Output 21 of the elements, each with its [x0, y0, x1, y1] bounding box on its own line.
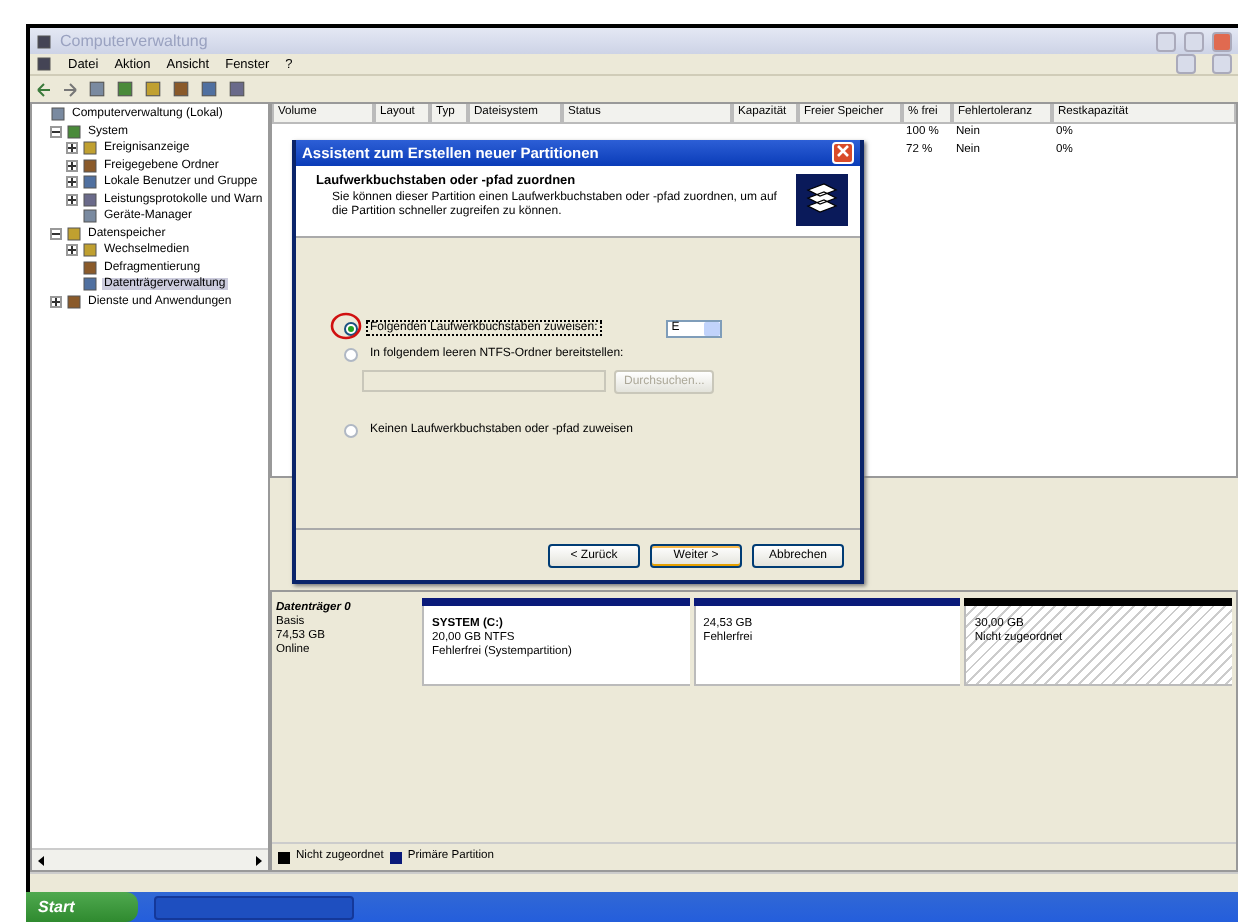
scroll-right-icon[interactable]	[254, 855, 264, 865]
expand-toggle[interactable]	[66, 244, 78, 257]
collapse-toggle[interactable]	[50, 125, 62, 138]
window-title: Computerverwaltung	[60, 32, 208, 50]
radio-button[interactable]	[344, 423, 358, 437]
disk-stack-icon	[796, 174, 848, 226]
scroll-left-icon[interactable]	[36, 855, 46, 865]
highlight-ring	[330, 312, 362, 340]
forward-arrow-icon[interactable]	[62, 81, 78, 97]
expand-toggle[interactable]	[66, 159, 78, 172]
horizontal-scrollbar[interactable]	[32, 848, 268, 870]
collapse-toggle[interactable]	[50, 227, 62, 240]
back-arrow-icon[interactable]	[36, 81, 52, 97]
close-button[interactable]	[1212, 31, 1232, 51]
radio-button[interactable]	[344, 347, 358, 361]
radio-button[interactable]	[344, 321, 358, 335]
expand-toggle[interactable]	[50, 295, 62, 308]
expand-toggle[interactable]	[66, 142, 78, 155]
start-button[interactable]: Start	[26, 892, 138, 922]
expand-toggle[interactable]	[66, 193, 78, 206]
expand-toggle[interactable]	[66, 176, 78, 189]
